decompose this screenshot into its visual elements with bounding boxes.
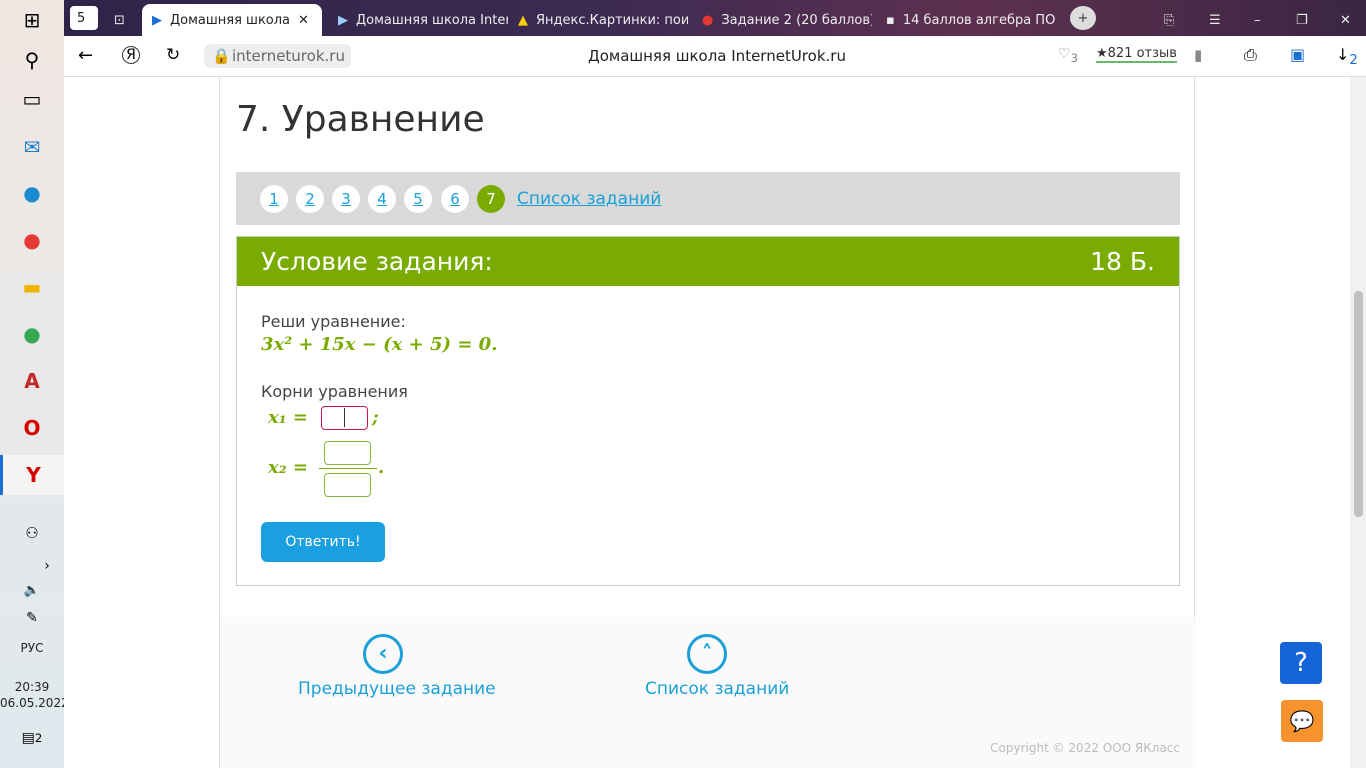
yandex-icon: ● bbox=[702, 12, 714, 28]
x2-denominator-input[interactable] bbox=[324, 473, 371, 497]
chevron-up-icon[interactable]: ˄ bbox=[687, 634, 727, 674]
reload-icon[interactable]: ↻ bbox=[166, 45, 180, 65]
prompt: Реши уравнение: bbox=[261, 312, 406, 331]
task-list-bottom-link[interactable]: Список заданий bbox=[645, 679, 789, 699]
task-link-1[interactable]: 1 bbox=[260, 185, 288, 213]
opera-icon[interactable]: O bbox=[0, 408, 64, 448]
x1-suffix: ; bbox=[372, 407, 379, 428]
roots-label: Корни уравнения bbox=[261, 382, 408, 401]
picture-icon[interactable]: ▣ bbox=[1290, 45, 1305, 64]
tab[interactable]: ▲ Яндекс.Картинки: поиск bbox=[508, 4, 688, 36]
chat-icon[interactable]: 💬 bbox=[1281, 700, 1323, 742]
search-icon[interactable]: ⚲ bbox=[0, 40, 64, 80]
task-list-link[interactable]: Список заданий bbox=[517, 189, 661, 209]
task-link-4[interactable]: 4 bbox=[368, 185, 396, 213]
windows-start-icon[interactable]: ⊞ bbox=[0, 0, 64, 40]
task-view-icon[interactable]: ▭ bbox=[0, 79, 64, 119]
chevron-left-icon[interactable]: ‹ bbox=[363, 634, 403, 674]
x1-input[interactable] bbox=[321, 406, 368, 430]
yandex-icon[interactable]: ● bbox=[0, 220, 64, 260]
copyright: Copyright © 2022 ООО ЯКласс bbox=[990, 741, 1180, 755]
task-navigation: 1 2 3 4 5 6 7 Список заданий bbox=[236, 172, 1180, 225]
notification-count: 2 bbox=[34, 731, 43, 745]
yandex-logo-icon[interactable]: Я bbox=[122, 46, 140, 64]
previous-task-link[interactable]: Предыдущее задание bbox=[298, 679, 496, 699]
minimize-icon[interactable]: – bbox=[1244, 4, 1271, 36]
back-icon[interactable]: ← bbox=[78, 45, 93, 66]
tab-label: Яндекс.Картинки: поиск bbox=[536, 12, 688, 28]
tab-bar: 5 ⊡ ▶ Домашняя школа InternetUrok.ru ✕ ▶ До… bbox=[64, 0, 1366, 36]
x2-label: x₂ = bbox=[268, 457, 308, 478]
clock-time[interactable]: 20:39 bbox=[0, 680, 64, 694]
close-icon[interactable]: ✕ bbox=[298, 13, 309, 28]
x2-suffix: . bbox=[378, 457, 385, 478]
language-indicator[interactable]: РУС bbox=[0, 641, 64, 655]
autocad-icon[interactable]: A bbox=[0, 361, 64, 401]
mail-icon[interactable]: ✉ bbox=[0, 127, 64, 167]
equation: 3x² + 15x − (x + 5) = 0. bbox=[261, 334, 498, 355]
tab[interactable]: ● Задание 2 (20 баллов). bbox=[692, 4, 872, 36]
close-window-icon[interactable]: ✕ bbox=[1330, 4, 1361, 36]
task-link-2[interactable]: 2 bbox=[296, 185, 324, 213]
protect-badge: 3 bbox=[1070, 50, 1078, 65]
yandex-browser-icon[interactable]: Y bbox=[0, 455, 64, 495]
play-icon: ▶ bbox=[152, 12, 162, 28]
text-cursor bbox=[344, 408, 345, 427]
tab-label: Задание 2 (20 баллов). bbox=[721, 12, 872, 28]
task-card: Условие задания: 18 Б. Реши уравнение: 3x… bbox=[236, 236, 1180, 586]
task-link-3[interactable]: 3 bbox=[332, 185, 360, 213]
protect-icon[interactable]: ♡3 bbox=[1058, 46, 1078, 65]
tab-active[interactable]: ▶ Домашняя школа InternetUrok.ru ✕ bbox=[142, 4, 322, 36]
windows-taskbar: ⊞ ⚲ ▭ ✉ ● ● ▬ ● A O Y ⚇ › 🔈 ✎ РУС 20:39 … bbox=[0, 0, 69, 768]
tab-counter[interactable]: 5 bbox=[70, 6, 98, 30]
tab[interactable]: ▪ 14 баллов алгебра ПОМОГИТЕ bbox=[876, 4, 1056, 36]
fraction-bar bbox=[319, 468, 377, 469]
chrome-icon[interactable]: ● bbox=[0, 314, 64, 354]
notifications-icon[interactable]: ▤ 2 bbox=[0, 718, 64, 758]
downloads-badge: 2 bbox=[1349, 53, 1358, 69]
help-button[interactable]: ? bbox=[1280, 642, 1322, 684]
url-text: interneturok.ru bbox=[232, 47, 345, 65]
clock-date[interactable]: 06.05.2022 bbox=[0, 696, 69, 710]
x2-numerator-input[interactable] bbox=[324, 441, 371, 465]
condition-title: Условие задания: bbox=[261, 247, 493, 276]
scrollbar[interactable] bbox=[1350, 77, 1366, 768]
bookmark-icon[interactable]: ▮ bbox=[1194, 46, 1202, 64]
tab-label: Домашняя школа InternetUrok.ru bbox=[170, 12, 290, 28]
task-link-6[interactable]: 6 bbox=[441, 185, 469, 213]
file-explorer-icon[interactable]: ▬ bbox=[0, 267, 64, 307]
lock-icon: 🔒 bbox=[212, 47, 231, 65]
url-field[interactable]: 🔒 interneturok.ru bbox=[204, 44, 351, 68]
x1-label: x₁ = bbox=[268, 407, 308, 428]
edge-icon[interactable]: ● bbox=[0, 173, 64, 213]
scrollbar-thumb[interactable] bbox=[1354, 291, 1363, 517]
znanija-icon: ▪ bbox=[886, 12, 895, 28]
pen-icon[interactable]: ✎ bbox=[0, 598, 64, 638]
task-link-5[interactable]: 5 bbox=[404, 185, 432, 213]
content-panel: Copyright © 2022 ООО ЯКласс 7. Уравнение… bbox=[219, 77, 1196, 768]
tab[interactable]: ▶ Домашняя школа InternetUrok.ru bbox=[328, 4, 508, 36]
address-bar: ← Я ↻ 🔒 interneturok.ru Домашняя школа In… bbox=[64, 36, 1366, 77]
reviews-button[interactable]: ★821 отзыв bbox=[1096, 46, 1177, 63]
menu-icon[interactable]: ☰ bbox=[1199, 4, 1231, 36]
points: 18 Б. bbox=[1090, 247, 1155, 276]
answer-button[interactable]: Ответить! bbox=[261, 522, 385, 562]
task-link-7-current[interactable]: 7 bbox=[477, 185, 505, 213]
task-header: Условие задания: 18 Б. bbox=[237, 237, 1179, 286]
collections-icon[interactable]: ⎙ bbox=[1244, 45, 1257, 65]
tab-label: 14 баллов алгебра ПОМОГИТЕ bbox=[902, 12, 1056, 28]
image-icon: ▲ bbox=[518, 12, 528, 28]
downloads-icon[interactable]: ↓2 bbox=[1336, 45, 1358, 68]
new-tab-group-icon[interactable]: ⊡ bbox=[104, 4, 134, 36]
web-page: Copyright © 2022 ООО ЯКласс 7. Уравнение… bbox=[64, 77, 1350, 768]
restore-icon[interactable]: ❐ bbox=[1286, 4, 1318, 36]
play-icon: ▶ bbox=[338, 12, 348, 28]
tab-label: Домашняя школа InternetUrok.ru bbox=[356, 12, 508, 28]
new-tab-button[interactable]: + bbox=[1070, 6, 1096, 30]
page-title: 7. Уравнение bbox=[236, 99, 485, 140]
bookmarks-icon[interactable]: ⎘ bbox=[1154, 4, 1184, 36]
page-title-bar: Домашняя школа InternetUrok.ru bbox=[588, 47, 846, 65]
